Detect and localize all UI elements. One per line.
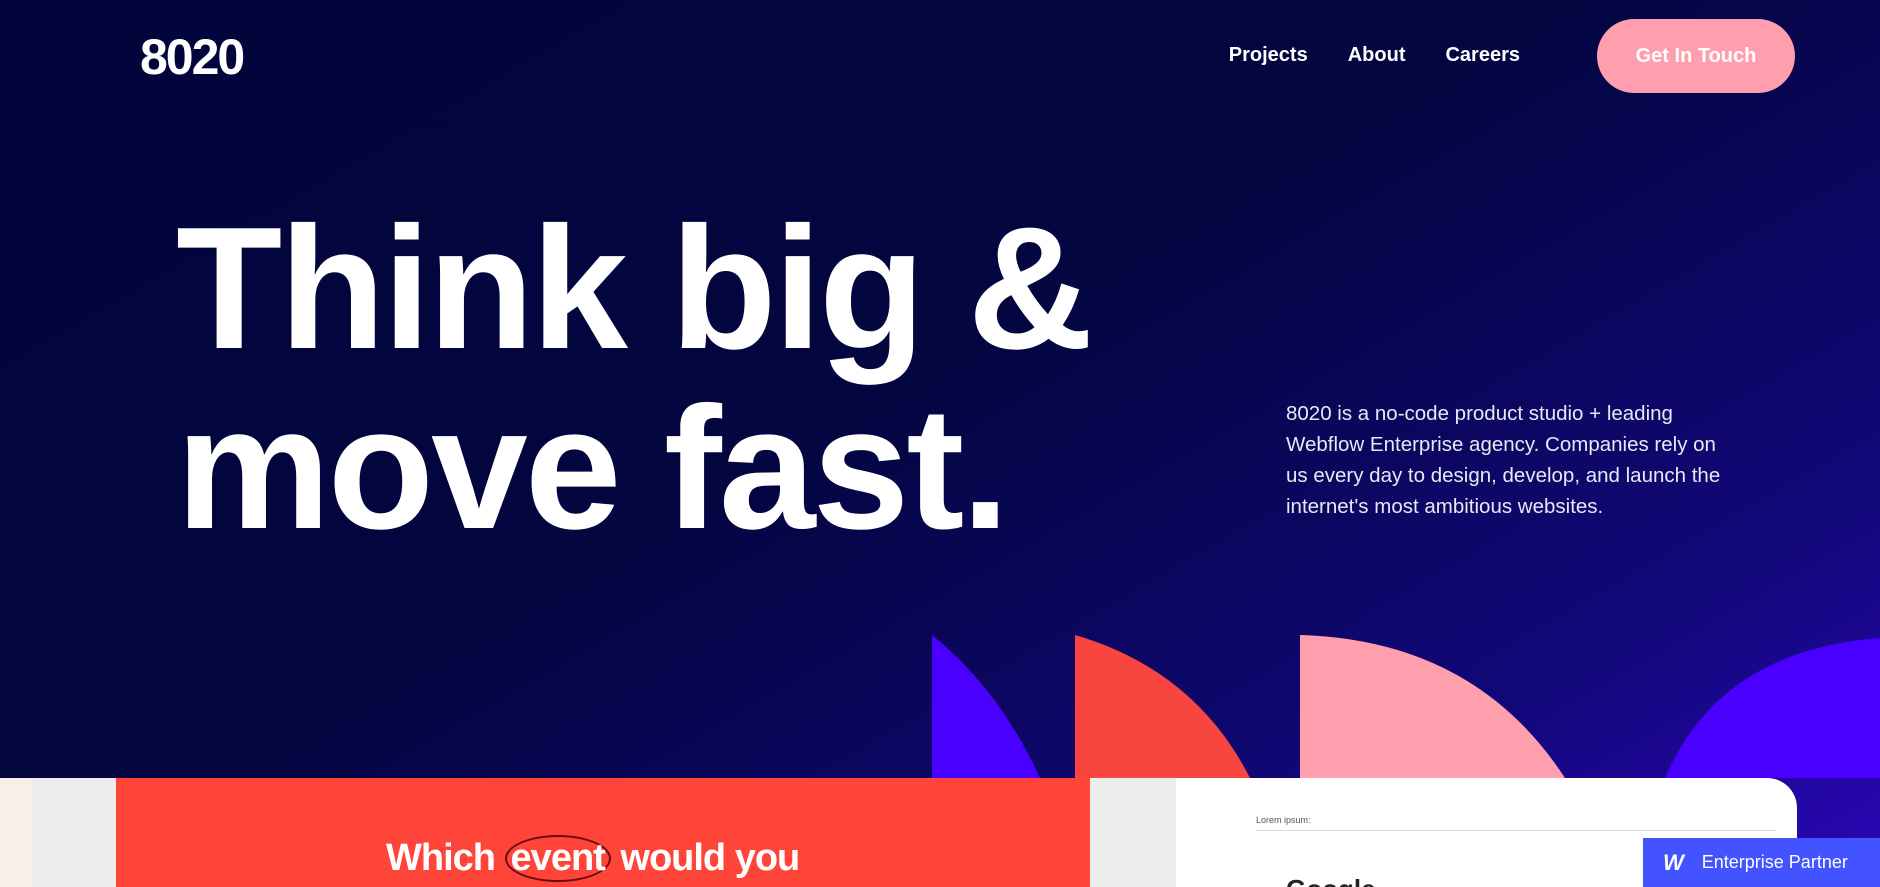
preview-question-highlight: event xyxy=(504,835,611,882)
nav-careers[interactable]: Careers xyxy=(1445,44,1520,67)
hero-title-line-1: Think big & xyxy=(176,190,1093,385)
badge-label: Enterprise Partner xyxy=(1701,852,1848,872)
preview-edge-grey xyxy=(32,778,116,887)
webflow-w-icon: W xyxy=(1663,849,1684,875)
card-label: Lorem ipsum: xyxy=(1256,815,1311,825)
purple-quarter-circle-shape xyxy=(1665,638,1880,778)
card-edge-grey xyxy=(1090,778,1176,887)
main-nav: Projects About Careers xyxy=(1229,44,1520,67)
enterprise-partner-badge[interactable]: W Enterprise Partner xyxy=(1643,838,1880,887)
preview-question-pre: Which xyxy=(386,837,496,879)
logo[interactable]: 8020 xyxy=(140,32,245,82)
preview-question-post: would you xyxy=(620,837,800,879)
card-logos: Google xyxy=(1286,874,1376,887)
card-divider xyxy=(1256,830,1776,831)
purple-arc-shape xyxy=(932,635,1040,778)
nav-projects[interactable]: Projects xyxy=(1229,44,1308,67)
get-in-touch-button[interactable]: Get In Touch xyxy=(1597,19,1795,93)
hero-description: 8020 is a no-code product studio + leadi… xyxy=(1286,402,1721,518)
nav-about[interactable]: About xyxy=(1348,44,1406,67)
hero-title-line-2: move fast. xyxy=(176,370,1010,565)
hero-title: Think big & move fast. xyxy=(176,190,1093,565)
preview-question: Which event would you xyxy=(386,835,800,882)
preview-edge-cream xyxy=(0,778,32,887)
pink-arc-shape xyxy=(1300,635,1565,778)
red-arc-shape xyxy=(1075,635,1250,778)
